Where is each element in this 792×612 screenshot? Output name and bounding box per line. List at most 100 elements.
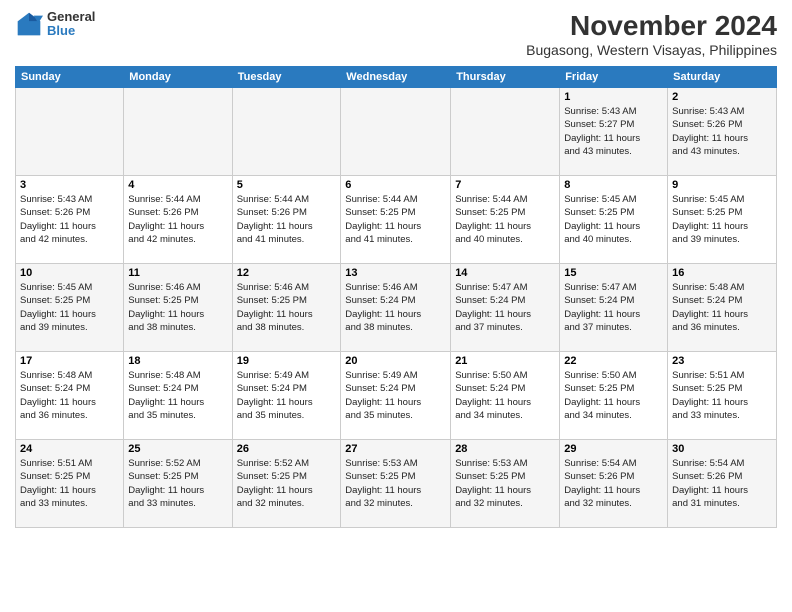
day-number: 24	[20, 443, 119, 455]
day-number: 28	[455, 443, 555, 455]
calendar-week-4: 17 Sunrise: 5:48 AMSunset: 5:24 PMDayligh…	[16, 352, 777, 440]
calendar-cell: 17Sunrise: 5:48 AMSunset: 5:24 PMDayligh…	[16, 352, 124, 440]
calendar-cell: 2 Sunrise: 5:43 AMSunset: 5:26 PMDaylight…	[668, 88, 777, 176]
day-number: 1	[564, 91, 663, 103]
day-info: Sunrise: 5:46 AMSunset: 5:25 PMDaylight:…	[237, 281, 337, 334]
day-info: Sunrise: 5:51 AMSunset: 5:25 PMDaylight:…	[672, 369, 772, 422]
day-info: Sunrise: 5:49 AMSunset: 5:24 PMDaylight:…	[237, 369, 337, 422]
header: General Blue November 2024 Bugasong, Wes…	[15, 10, 777, 58]
day-number: 27	[345, 443, 446, 455]
calendar-cell: 7Sunrise: 5:44 AMSunset: 5:25 PMDaylight…	[451, 176, 560, 264]
weekday-header-row: SundayMondayTuesdayWednesdayThursdayFrid…	[16, 67, 777, 88]
day-info: Sunrise: 5:52 AMSunset: 5:25 PMDaylight:…	[128, 457, 227, 510]
day-number: 5	[237, 179, 337, 191]
calendar-cell: 25 Sunrise: 5:52 AMSunset: 5:25 PMDayligh…	[124, 440, 232, 528]
calendar-cell: 9 Sunrise: 5:45 AMSunset: 5:25 PMDaylight…	[668, 176, 777, 264]
calendar-week-2: 3Sunrise: 5:43 AMSunset: 5:26 PMDaylight…	[16, 176, 777, 264]
calendar-week-3: 10 Sunrise: 5:45 AMSunset: 5:25 PMDayligh…	[16, 264, 777, 352]
weekday-header-wednesday: Wednesday	[341, 67, 451, 88]
calendar-subtitle: Bugasong, Western Visayas, Philippines	[526, 42, 777, 58]
calendar-cell: 19 Sunrise: 5:49 AMSunset: 5:24 PMDayligh…	[232, 352, 341, 440]
calendar-cell: 15 Sunrise: 5:47 AMSunset: 5:24 PMDayligh…	[560, 264, 668, 352]
day-number: 6	[345, 179, 446, 191]
calendar-cell	[124, 88, 232, 176]
calendar-week-5: 24 Sunrise: 5:51 AMSunset: 5:25 PMDayligh…	[16, 440, 777, 528]
day-info: Sunrise: 5:46 AMSunset: 5:25 PMDaylight:…	[128, 281, 227, 334]
day-info: Sunrise: 5:48 AMSunset: 5:24 PMDaylight:…	[672, 281, 772, 334]
day-info: Sunrise: 5:46 AMSunset: 5:24 PMDaylight:…	[345, 281, 446, 334]
day-info: Sunrise: 5:47 AMSunset: 5:24 PMDaylight:…	[564, 281, 663, 334]
day-number: 3	[20, 179, 119, 191]
day-info: Sunrise: 5:53 AMSunset: 5:25 PMDaylight:…	[455, 457, 555, 510]
calendar-cell: 3Sunrise: 5:43 AMSunset: 5:26 PMDaylight…	[16, 176, 124, 264]
logo: General Blue	[15, 10, 95, 39]
day-number: 19	[237, 355, 337, 367]
calendar-title: November 2024	[526, 10, 777, 42]
title-block: November 2024 Bugasong, Western Visayas,…	[526, 10, 777, 58]
calendar-cell: 29Sunrise: 5:54 AMSunset: 5:26 PMDayligh…	[560, 440, 668, 528]
calendar-cell: 12 Sunrise: 5:46 AMSunset: 5:25 PMDayligh…	[232, 264, 341, 352]
day-info: Sunrise: 5:54 AMSunset: 5:26 PMDaylight:…	[564, 457, 663, 510]
day-info: Sunrise: 5:44 AMSunset: 5:25 PMDaylight:…	[455, 193, 555, 246]
day-info: Sunrise: 5:47 AMSunset: 5:24 PMDaylight:…	[455, 281, 555, 334]
day-number: 2	[672, 91, 772, 103]
day-info: Sunrise: 5:50 AMSunset: 5:25 PMDaylight:…	[564, 369, 663, 422]
day-info: Sunrise: 5:48 AMSunset: 5:24 PMDaylight:…	[128, 369, 227, 422]
day-number: 12	[237, 267, 337, 279]
day-info: Sunrise: 5:51 AMSunset: 5:25 PMDaylight:…	[20, 457, 119, 510]
day-number: 25	[128, 443, 227, 455]
day-number: 20	[345, 355, 446, 367]
day-number: 11	[128, 267, 227, 279]
logo-line2: Blue	[47, 24, 95, 38]
day-number: 15	[564, 267, 663, 279]
day-info: Sunrise: 5:43 AMSunset: 5:26 PMDaylight:…	[672, 105, 772, 158]
day-info: Sunrise: 5:43 AMSunset: 5:27 PMDaylight:…	[564, 105, 663, 158]
calendar-cell: 13Sunrise: 5:46 AMSunset: 5:24 PMDayligh…	[341, 264, 451, 352]
page: General Blue November 2024 Bugasong, Wes…	[0, 0, 792, 612]
weekday-header-saturday: Saturday	[668, 67, 777, 88]
calendar-cell: 1 Sunrise: 5:43 AMSunset: 5:27 PMDaylight…	[560, 88, 668, 176]
day-number: 17	[20, 355, 119, 367]
day-info: Sunrise: 5:54 AMSunset: 5:26 PMDaylight:…	[672, 457, 772, 510]
calendar-cell: 26 Sunrise: 5:52 AMSunset: 5:25 PMDayligh…	[232, 440, 341, 528]
day-number: 18	[128, 355, 227, 367]
calendar-cell: 14 Sunrise: 5:47 AMSunset: 5:24 PMDayligh…	[451, 264, 560, 352]
calendar-table: SundayMondayTuesdayWednesdayThursdayFrid…	[15, 66, 777, 528]
day-info: Sunrise: 5:52 AMSunset: 5:25 PMDaylight:…	[237, 457, 337, 510]
day-info: Sunrise: 5:45 AMSunset: 5:25 PMDaylight:…	[672, 193, 772, 246]
day-info: Sunrise: 5:49 AMSunset: 5:24 PMDaylight:…	[345, 369, 446, 422]
calendar-cell: 27Sunrise: 5:53 AMSunset: 5:25 PMDayligh…	[341, 440, 451, 528]
calendar-cell: 11 Sunrise: 5:46 AMSunset: 5:25 PMDayligh…	[124, 264, 232, 352]
day-info: Sunrise: 5:44 AMSunset: 5:25 PMDaylight:…	[345, 193, 446, 246]
calendar-week-1: 1 Sunrise: 5:43 AMSunset: 5:27 PMDaylight…	[16, 88, 777, 176]
day-number: 23	[672, 355, 772, 367]
weekday-header-friday: Friday	[560, 67, 668, 88]
day-info: Sunrise: 5:45 AMSunset: 5:25 PMDaylight:…	[20, 281, 119, 334]
calendar-cell	[341, 88, 451, 176]
day-number: 22	[564, 355, 663, 367]
day-number: 21	[455, 355, 555, 367]
day-info: Sunrise: 5:45 AMSunset: 5:25 PMDaylight:…	[564, 193, 663, 246]
logo-line1: General	[47, 10, 95, 24]
day-number: 14	[455, 267, 555, 279]
day-number: 8	[564, 179, 663, 191]
weekday-header-thursday: Thursday	[451, 67, 560, 88]
day-info: Sunrise: 5:44 AMSunset: 5:26 PMDaylight:…	[128, 193, 227, 246]
calendar-body: 1 Sunrise: 5:43 AMSunset: 5:27 PMDaylight…	[16, 88, 777, 528]
calendar-cell: 16Sunrise: 5:48 AMSunset: 5:24 PMDayligh…	[668, 264, 777, 352]
calendar-cell: 22 Sunrise: 5:50 AMSunset: 5:25 PMDayligh…	[560, 352, 668, 440]
day-number: 26	[237, 443, 337, 455]
calendar-header: SundayMondayTuesdayWednesdayThursdayFrid…	[16, 67, 777, 88]
day-number: 9	[672, 179, 772, 191]
calendar-cell	[16, 88, 124, 176]
logo-icon	[15, 10, 43, 38]
calendar-cell: 21Sunrise: 5:50 AMSunset: 5:24 PMDayligh…	[451, 352, 560, 440]
day-number: 4	[128, 179, 227, 191]
calendar-cell: 8 Sunrise: 5:45 AMSunset: 5:25 PMDaylight…	[560, 176, 668, 264]
day-number: 10	[20, 267, 119, 279]
calendar-cell	[232, 88, 341, 176]
weekday-header-tuesday: Tuesday	[232, 67, 341, 88]
calendar-cell: 30 Sunrise: 5:54 AMSunset: 5:26 PMDayligh…	[668, 440, 777, 528]
day-number: 30	[672, 443, 772, 455]
calendar-cell	[451, 88, 560, 176]
